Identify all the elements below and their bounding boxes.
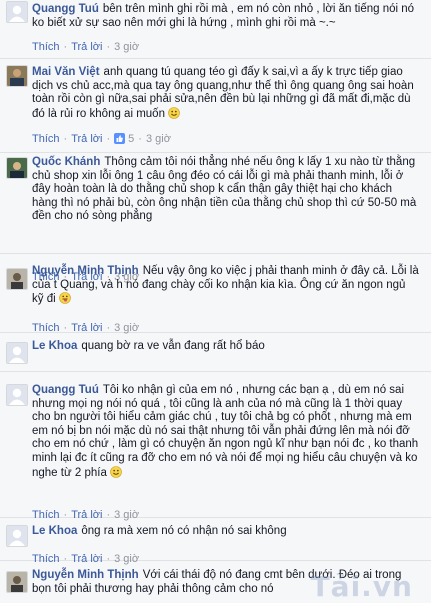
avatar[interactable]: [6, 268, 28, 290]
comment-text: Le Khoa ông ra mà xem nó có nhận nó sai k…: [32, 525, 420, 539]
avatar[interactable]: [6, 384, 28, 406]
avatar[interactable]: [6, 342, 28, 364]
comment-actions: Thích · Trả lời · 3 giờ: [32, 41, 140, 53]
comment-body: quang bờ ra ve vẫn đang rất hổ báo: [81, 340, 265, 352]
comment-text: Quangg Tuú bên trên mình ghi rồi mà , em …: [32, 3, 420, 30]
comment-actions: Thích · Trả lời · 3 giờ: [32, 553, 140, 565]
like-link[interactable]: Thích: [32, 133, 60, 145]
comment-divider: [0, 253, 431, 254]
smile-emoji-icon: [165, 106, 180, 120]
comment-actions: Thích · Trả lời · 5 · 3 giờ: [32, 133, 171, 145]
like-link[interactable]: Thích: [32, 509, 60, 521]
comment-divider: [0, 371, 431, 372]
reply-link[interactable]: Trả lời: [71, 509, 102, 521]
comment-author[interactable]: Le Khoa: [32, 340, 77, 352]
comment-thread: Quangg Tuú bên trên mình ghi rồi mà , em …: [0, 0, 431, 603]
avatar[interactable]: [6, 525, 28, 547]
comment-text: Le Khoa quang bờ ra ve vẫn đang rất hổ bá…: [32, 340, 420, 354]
smile-emoji-icon: [107, 465, 122, 479]
like-link[interactable]: Thích: [32, 322, 60, 334]
avatar[interactable]: [6, 157, 28, 179]
comment-author[interactable]: Mai Văn Việt: [32, 66, 100, 78]
comment-time[interactable]: 3 giờ: [146, 133, 171, 145]
comment-author[interactable]: Le Khoa: [32, 525, 77, 537]
comment-text: Quangg Tuú Tôi ko nhận gì của em nó , như…: [32, 384, 420, 480]
comment-text: Nguyễn Minh Thịnh Nếu vậy ông ko việc j p…: [32, 265, 420, 307]
like-count[interactable]: 5: [114, 133, 134, 145]
comment-time[interactable]: 3 giờ: [114, 322, 139, 334]
comment-text: Mai Văn Việt anh quang tú quang téo gì đấ…: [32, 66, 420, 121]
reply-link[interactable]: Trả lời: [71, 322, 102, 334]
comment-time[interactable]: 3 giờ: [114, 553, 139, 565]
comment-body: ông ra mà xem nó có nhận nó sai không: [81, 525, 287, 537]
comment-author[interactable]: Nguyễn Minh Thịnh: [32, 569, 139, 581]
comment-author[interactable]: Quốc Khánh: [32, 156, 100, 168]
reply-link[interactable]: Trả lời: [71, 553, 102, 565]
like-link[interactable]: Thích: [32, 41, 60, 53]
comment-author[interactable]: Quangg Tuú: [32, 3, 99, 15]
comment-author[interactable]: Nguyễn Minh Thịnh: [32, 265, 139, 277]
reply-link[interactable]: Trả lời: [71, 133, 102, 145]
comment-author[interactable]: Quangg Tuú: [32, 384, 99, 396]
comment-actions: Thích · Trả lời · 3 giờ: [32, 322, 140, 334]
comment-divider: [0, 58, 431, 59]
reply-link[interactable]: Trả lời: [71, 41, 102, 53]
avatar[interactable]: [6, 571, 28, 593]
comment-divider: [0, 152, 431, 153]
comment-text: Quốc Khánh Thông cảm tôi nói thẳng nhé nế…: [32, 156, 420, 224]
watermark: Tải.vn: [310, 570, 413, 603]
avatar[interactable]: [6, 1, 28, 23]
comment-actions: Thích · Trả lời · 3 giờ: [32, 509, 140, 521]
like-link[interactable]: Thích: [32, 553, 60, 565]
thumbs-up-icon: [114, 133, 126, 144]
tongue-emoji-icon: [56, 292, 71, 305]
comment-time[interactable]: 3 giờ: [114, 41, 139, 53]
comment-time[interactable]: 3 giờ: [114, 509, 139, 521]
comment-body: Tôi ko nhận gì của em nó , nhưng các bạn…: [32, 384, 419, 479]
avatar[interactable]: [6, 65, 28, 87]
